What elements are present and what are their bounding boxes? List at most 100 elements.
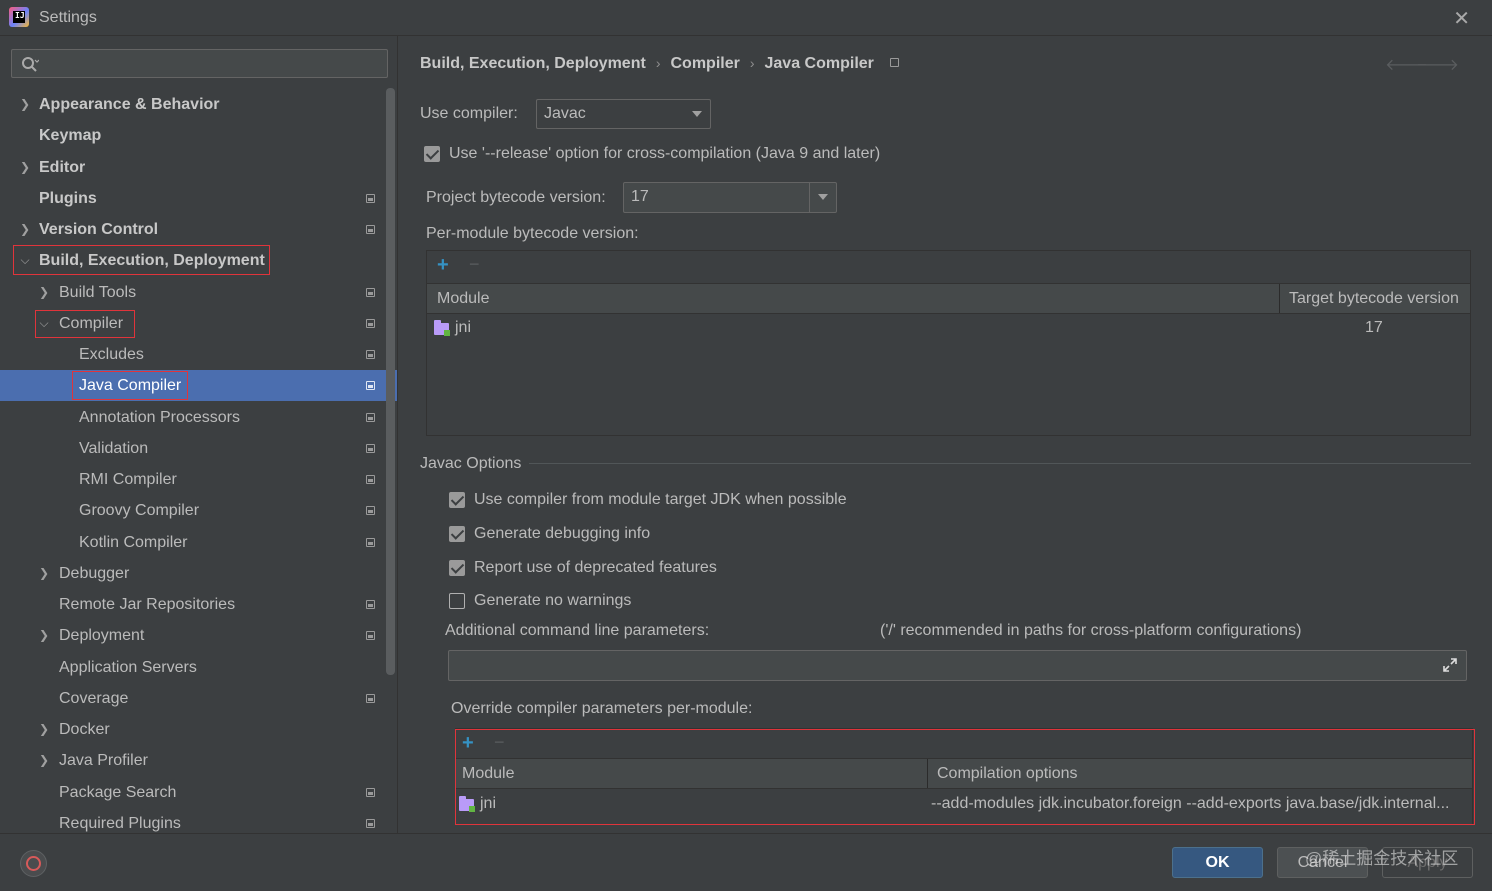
project-level-icon — [366, 631, 375, 640]
sidebar-item-build-tools[interactable]: ❯ Build Tools — [0, 277, 386, 308]
sidebar-item-annotation-processors[interactable]: Annotation Processors — [0, 402, 386, 433]
sidebar-scrollbar[interactable] — [386, 88, 395, 675]
chevron-down-icon[interactable]: ⌵ — [18, 245, 32, 276]
chevron-right-icon[interactable]: ❯ — [37, 620, 51, 651]
breadcrumb-separator: › — [749, 55, 755, 71]
sidebar-item-compiler[interactable]: ⌵ Compiler — [0, 308, 386, 339]
remove-icon[interactable]: − — [469, 254, 480, 275]
sidebar-item-label: Groovy Compiler — [79, 502, 200, 519]
column-divider[interactable] — [927, 759, 928, 788]
sidebar-item-build-execution-deployment[interactable]: ⌵ Build, Execution, Deployment — [0, 245, 386, 276]
project-bytecode-combo[interactable]: 17 — [623, 182, 837, 213]
sidebar-item-label: RMI Compiler — [79, 471, 177, 488]
column-header-module[interactable]: Module — [462, 759, 514, 788]
chevron-right-icon[interactable]: ❯ — [18, 89, 32, 120]
sidebar-item-label: Package Search — [59, 784, 177, 801]
sidebar-item-plugins[interactable]: Plugins — [0, 183, 386, 214]
project-level-icon — [366, 538, 375, 547]
sidebar-item-required-plugins[interactable]: Required Plugins — [0, 808, 386, 833]
sidebar-item-package-search[interactable]: Package Search — [0, 777, 386, 808]
chevron-right-icon[interactable]: ❯ — [37, 558, 51, 589]
sidebar-item-remote-jar-repositories[interactable]: Remote Jar Repositories — [0, 589, 386, 620]
sidebar-item-label: Java Compiler — [79, 377, 182, 394]
chevron-right-icon[interactable]: ❯ — [37, 714, 51, 745]
sidebar-item-label: Remote Jar Repositories — [59, 596, 236, 613]
table-cell-version[interactable]: 17 — [1365, 319, 1383, 337]
additional-params-field[interactable] — [448, 650, 1467, 681]
sidebar-item-java-profiler[interactable]: ❯ Java Profiler — [0, 745, 386, 776]
chevron-right-icon[interactable]: ❯ — [18, 214, 32, 245]
cancel-button[interactable]: Cancel — [1277, 847, 1368, 878]
column-header-compilation-options[interactable]: Compilation options — [937, 759, 1078, 788]
override-params-label: Override compiler parameters per-module: — [451, 700, 753, 717]
chevron-right-icon[interactable]: ❯ — [37, 277, 51, 308]
sidebar-item-label: Plugins — [39, 190, 97, 207]
ok-button[interactable]: OK — [1172, 847, 1263, 878]
option-label: Generate debugging info — [474, 525, 651, 542]
sidebar-item-version-control[interactable]: ❯ Version Control — [0, 214, 386, 245]
additional-params-hint: ('/' recommended in paths for cross-plat… — [880, 622, 1302, 639]
dropdown-arrow-icon[interactable] — [818, 194, 828, 200]
forward-arrow-icon[interactable]: 🡒 — [1416, 54, 1459, 75]
sidebar-item-deployment[interactable]: ❯ Deployment — [0, 620, 386, 651]
sidebar-item-label: Kotlin Compiler — [79, 534, 188, 551]
use-module-jdk-checkbox[interactable] — [449, 492, 465, 508]
remove-icon[interactable]: − — [494, 732, 505, 753]
settings-content: Build, Execution, Deployment › Compiler › Ja… — [399, 36, 1492, 833]
project-level-icon — [366, 819, 375, 828]
combo-divider — [809, 183, 810, 212]
help-icon[interactable] — [20, 850, 47, 877]
add-icon[interactable]: + — [462, 732, 474, 755]
add-icon[interactable]: + — [437, 254, 449, 277]
project-level-icon — [366, 506, 375, 515]
chevron-down-icon[interactable]: ⌵ — [37, 308, 51, 339]
sidebar-item-groovy-compiler[interactable]: Groovy Compiler — [0, 495, 386, 526]
chevron-right-icon[interactable]: ❯ — [37, 745, 51, 776]
breadcrumb-item[interactable]: Build, Execution, Deployment — [420, 55, 646, 72]
sidebar-item-docker[interactable]: ❯ Docker — [0, 714, 386, 745]
project-level-icon — [366, 225, 375, 234]
sidebar-item-application-servers[interactable]: Application Servers — [0, 652, 386, 683]
project-level-icon — [366, 288, 375, 297]
table-cell-module[interactable]: jni — [455, 319, 471, 337]
breadcrumb-item[interactable]: Compiler — [670, 55, 739, 72]
release-option-checkbox[interactable] — [424, 146, 440, 162]
sidebar-item-label: Docker — [59, 721, 110, 738]
no-warnings-checkbox[interactable] — [449, 593, 465, 609]
sidebar-item-excludes[interactable]: Excludes — [0, 339, 386, 370]
sidebar-item-appearance-behavior[interactable]: ❯ Appearance & Behavior — [0, 89, 386, 120]
sidebar-item-debugger[interactable]: ❯ Debugger — [0, 558, 386, 589]
sidebar-item-kotlin-compiler[interactable]: Kotlin Compiler — [0, 527, 386, 558]
project-level-icon — [889, 58, 899, 67]
sidebar-item-rmi-compiler[interactable]: RMI Compiler — [0, 464, 386, 495]
chevron-right-icon[interactable]: ❯ — [18, 152, 32, 183]
per-module-bytecode-label: Per-module bytecode version: — [426, 225, 639, 242]
project-level-icon — [366, 788, 375, 797]
column-divider[interactable] — [1279, 284, 1280, 313]
column-header-module[interactable]: Module — [437, 284, 489, 313]
project-level-icon — [366, 600, 375, 609]
debugging-info-checkbox[interactable] — [449, 526, 465, 542]
close-icon[interactable]: ✕ — [1453, 6, 1470, 31]
sidebar-item-java-compiler[interactable]: Java Compiler — [0, 370, 397, 401]
use-compiler-label: Use compiler: — [420, 105, 518, 122]
sidebar-item-keymap[interactable]: Keymap — [0, 120, 386, 151]
sidebar-item-label: Annotation Processors — [79, 409, 240, 426]
sidebar-item-validation[interactable]: Validation — [0, 433, 386, 464]
project-level-icon — [366, 444, 375, 453]
search-box[interactable] — [11, 49, 388, 78]
table-cell-compilation-options[interactable]: --add-modules jdk.incubator.foreign --ad… — [931, 795, 1471, 813]
module-folder-icon — [434, 320, 450, 336]
deprecated-features-checkbox[interactable] — [449, 560, 465, 576]
use-compiler-dropdown[interactable]: Javac — [536, 99, 711, 129]
section-divider — [529, 463, 1471, 464]
table-cell-module[interactable]: jni — [480, 795, 496, 813]
apply-button[interactable]: Apply — [1382, 847, 1473, 878]
sidebar-item-coverage[interactable]: Coverage — [0, 683, 386, 714]
project-bytecode-label: Project bytecode version: — [426, 189, 606, 206]
sidebar-item-editor[interactable]: ❯ Editor — [0, 152, 386, 183]
expand-icon[interactable] — [1442, 657, 1458, 673]
column-header-target-bytecode[interactable]: Target bytecode version — [1289, 284, 1459, 313]
search-input[interactable] — [42, 53, 382, 74]
project-bytecode-value: 17 — [631, 188, 649, 205]
